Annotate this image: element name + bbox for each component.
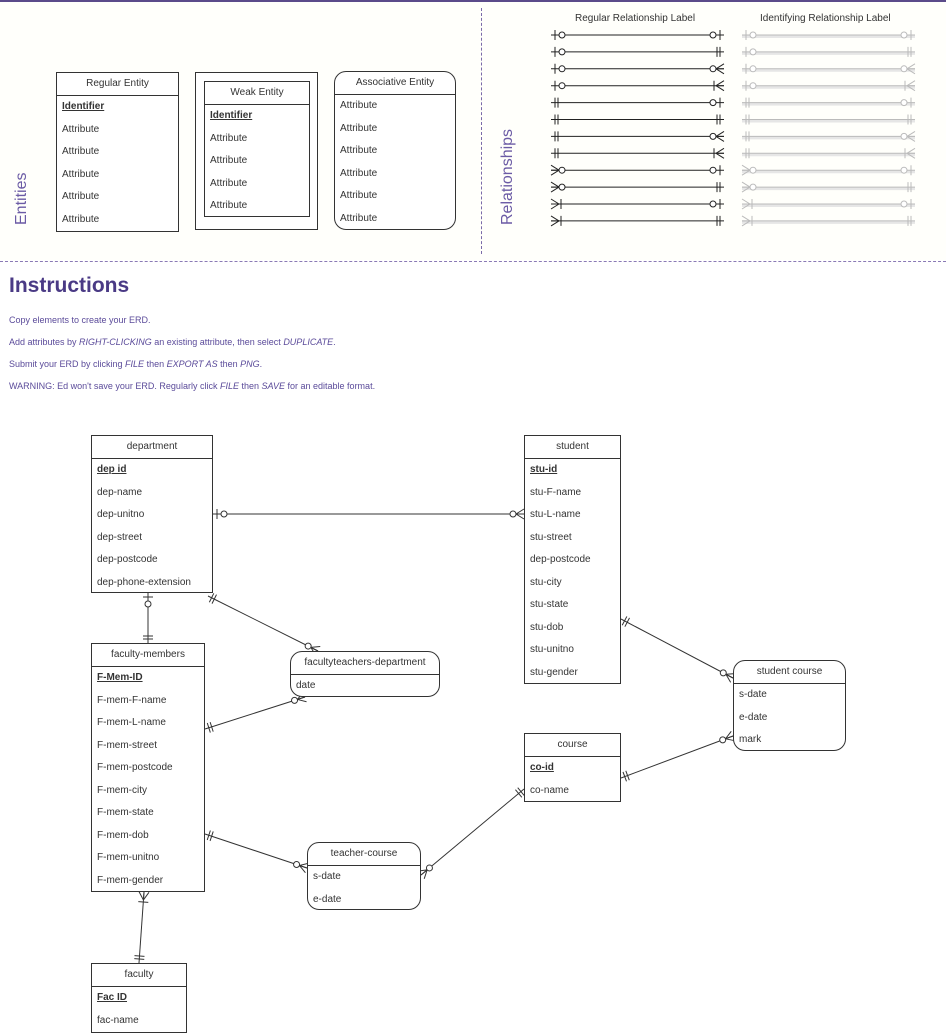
entity-attribute: stu-state [530, 599, 569, 610]
entity-attribute: F-mem-dob [97, 829, 149, 841]
entity-attribute: dep-street [97, 531, 143, 543]
entity-attribute: e-date [739, 711, 768, 723]
marker-circle [291, 696, 299, 704]
entity-title: faculty-members [92, 644, 204, 667]
entity-title: teacher-course [308, 843, 420, 866]
relationship-line [620, 735, 734, 779]
entity-attribute: s-date [313, 871, 341, 882]
entity-student[interactable]: student stu-id stu-F-name stu-L-name stu… [524, 435, 621, 684]
marker-circle [509, 510, 517, 518]
entity-attribute: e-date [313, 893, 342, 905]
assoc-facultyteachers-department[interactable]: facultyteachers-department date [290, 651, 440, 697]
entity-attribute: stu-unitno [530, 644, 574, 655]
entity-course[interactable]: course co-id co-name [524, 733, 621, 802]
assoc-teacher-course[interactable]: teacher-course s-date e-date [307, 842, 421, 910]
entity-title: facultyteachers-department [291, 652, 439, 675]
marker-stroke [138, 891, 144, 901]
relationship-line [207, 595, 319, 652]
entity-attribute: stu-dob [530, 621, 564, 633]
entity-title: student course [734, 661, 845, 684]
marker-circle [719, 736, 727, 744]
relationship-line [420, 788, 525, 876]
relationship-line [138, 891, 145, 964]
entity-identifier: Fac ID [97, 992, 128, 1003]
marker-circle [220, 510, 228, 518]
marker-circle [144, 600, 152, 608]
entity-attribute: stu-city [530, 576, 562, 588]
marker-stroke [515, 513, 525, 520]
marker-stroke [138, 901, 149, 903]
entity-department[interactable]: department dep id dep-name dep-unitno de… [91, 435, 213, 593]
marker-circle [719, 669, 727, 677]
entity-identifier: F-Mem-ID [97, 672, 143, 683]
marker-circle [425, 864, 433, 872]
entity-attribute: stu-street [530, 531, 572, 543]
entity-title: course [525, 734, 620, 757]
entity-attribute: F-mem-F-name [97, 694, 167, 706]
entity-attribute: dep-unitno [97, 509, 145, 520]
entity-identifier: co-id [530, 762, 554, 773]
entity-attribute: mark [739, 734, 762, 745]
entity-attribute: date [296, 680, 316, 691]
relationship-line [204, 833, 308, 869]
entity-attribute: stu-gender [530, 666, 578, 678]
relationship-line [204, 696, 306, 730]
marker-stroke [134, 958, 145, 960]
entity-faculty-members[interactable]: faculty-members F-Mem-ID F-mem-F-name F-… [91, 643, 205, 892]
entity-attribute: F-mem-postcode [97, 762, 173, 773]
entity-identifier: stu-id [530, 464, 558, 475]
entity-attribute: F-mem-unitno [97, 852, 160, 863]
marker-circle [293, 861, 301, 869]
entity-title: student [525, 436, 620, 459]
entity-attribute: dep-postcode [97, 554, 158, 565]
entity-attribute: F-mem-gender [97, 874, 164, 886]
entity-attribute: F-mem-state [97, 807, 154, 818]
entity-identifier: dep id [97, 464, 127, 475]
cardinality-zero-or-many-icon [509, 508, 525, 520]
entity-title: faculty [92, 964, 186, 987]
relationship-line [620, 618, 734, 679]
entity-attribute: dep-postcode [530, 554, 591, 565]
entity-attribute: dep-phone-extension [97, 576, 191, 588]
entity-attribute: F-mem-city [97, 784, 147, 796]
entity-attribute: dep-name [97, 486, 143, 498]
entity-attribute: co-name [530, 784, 569, 796]
marker-circle [304, 642, 312, 650]
entity-title: department [92, 436, 212, 459]
entity-attribute: F-mem-street [97, 739, 157, 751]
marker-stroke [134, 955, 145, 957]
entity-faculty[interactable]: faculty Fac ID fac-name [91, 963, 187, 1033]
entity-attribute: stu-F-name [530, 486, 582, 498]
marker-stroke [297, 698, 307, 703]
marker-stroke [515, 508, 525, 515]
marker-stroke [310, 646, 321, 648]
assoc-student-course[interactable]: student course s-date e-date mark [733, 660, 846, 751]
entity-attribute: stu-L-name [530, 509, 581, 520]
entity-attribute: F-mem-L-name [97, 717, 166, 728]
entity-attribute: fac-name [97, 1014, 139, 1026]
entity-attribute: s-date [739, 689, 767, 700]
marker-stroke [142, 891, 145, 901]
